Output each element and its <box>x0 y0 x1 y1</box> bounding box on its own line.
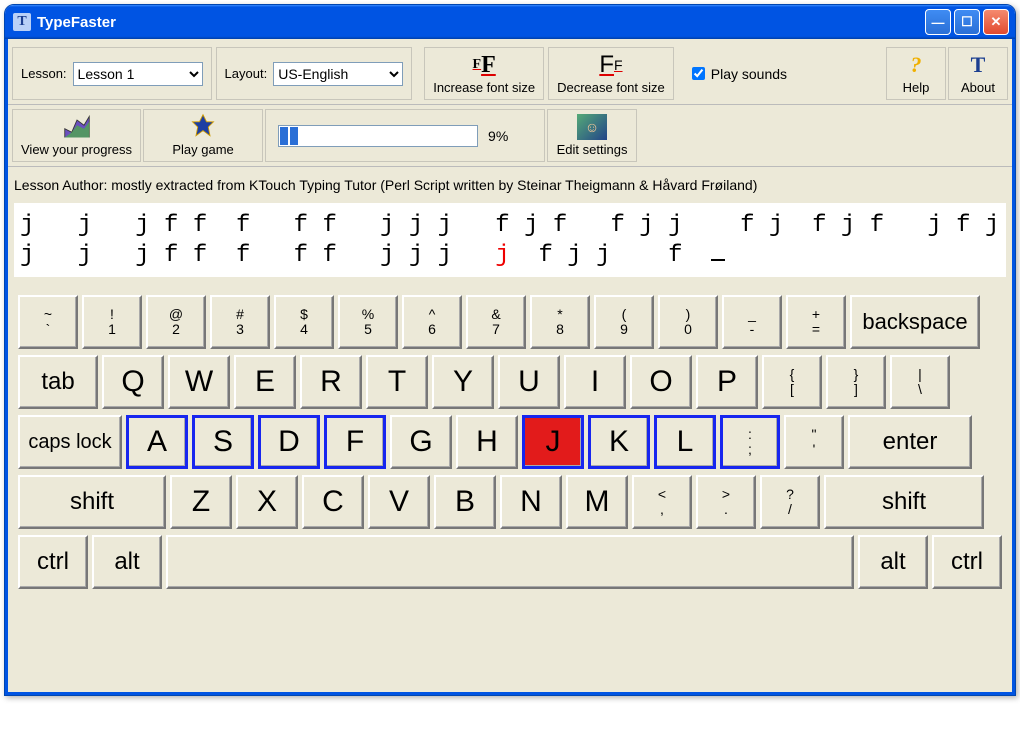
layout-selector-group: Layout: US-English <box>216 47 413 100</box>
progress-percent: 9% <box>488 128 508 144</box>
title-bar: T TypeFaster — ☐ ✕ <box>5 5 1015 39</box>
lesson-selector-group: Lesson: Lesson 1 <box>12 47 212 100</box>
minimize-button[interactable]: — <box>925 9 951 35</box>
secondary-toolbar: View your progress Play game 9% ☺ Edit s… <box>8 105 1012 167</box>
key-n[interactable]: N <box>500 475 562 529</box>
increase-font-icon: FF <box>473 52 496 78</box>
decrease-font-button[interactable]: FF Decrease font size <box>548 47 674 100</box>
layout-dropdown[interactable]: US-English <box>273 62 403 86</box>
key-shift-left[interactable]: shift <box>18 475 166 529</box>
key-t[interactable]: T <box>366 355 428 409</box>
play-sounds-label: Play sounds <box>711 66 787 82</box>
maximize-button[interactable]: ☐ <box>954 9 980 35</box>
key-j[interactable]: J <box>522 415 584 469</box>
help-icon: ? <box>911 52 922 78</box>
increase-font-button[interactable]: FF Increase font size <box>424 47 544 100</box>
progress-bar <box>278 125 478 147</box>
key-g[interactable]: G <box>390 415 452 469</box>
key-w[interactable]: W <box>168 355 230 409</box>
typing-area[interactable]: j j j f f f f f j j j f j f f j j f j f … <box>14 203 1006 277</box>
key-o[interactable]: O <box>630 355 692 409</box>
key-x[interactable]: X <box>236 475 298 529</box>
game-icon <box>189 114 217 140</box>
key-z[interactable]: Z <box>170 475 232 529</box>
key-y[interactable]: Y <box>432 355 494 409</box>
key-a[interactable]: A <box>126 415 188 469</box>
main-toolbar: Lesson: Lesson 1 Layout: US-English FF I… <box>8 39 1012 105</box>
key--[interactable]: _- <box>722 295 782 349</box>
key-2[interactable]: @2 <box>146 295 206 349</box>
key-tab[interactable]: tab <box>18 355 98 409</box>
key-/[interactable]: ?/ <box>760 475 820 529</box>
key-f[interactable]: F <box>324 415 386 469</box>
key-enter[interactable]: enter <box>848 415 972 469</box>
key-v[interactable]: V <box>368 475 430 529</box>
onscreen-keyboard: ~`!1@2#3$4%5^6&7*8(9)0_-+=backspace tabQ… <box>8 281 1012 605</box>
progress-group: 9% <box>265 109 545 162</box>
view-progress-button[interactable]: View your progress <box>12 109 141 162</box>
key-r[interactable]: R <box>300 355 362 409</box>
key-space[interactable] <box>166 535 854 589</box>
key-1[interactable]: !1 <box>82 295 142 349</box>
chart-icon <box>63 114 91 140</box>
lesson-dropdown[interactable]: Lesson 1 <box>73 62 203 86</box>
key-alt-right[interactable]: alt <box>858 535 928 589</box>
key-5[interactable]: %5 <box>338 295 398 349</box>
play-sounds-checkbox[interactable] <box>692 67 705 80</box>
key-b[interactable]: B <box>434 475 496 529</box>
help-button[interactable]: ? Help <box>886 47 946 100</box>
text-cursor <box>711 259 725 261</box>
about-button[interactable]: T About <box>948 47 1008 100</box>
settings-icon: ☺ <box>577 114 607 140</box>
key-][interactable]: }] <box>826 355 886 409</box>
key-`[interactable]: ~` <box>18 295 78 349</box>
edit-settings-button[interactable]: ☺ Edit settings <box>547 109 637 162</box>
key-e[interactable]: E <box>234 355 296 409</box>
key-=[interactable]: += <box>786 295 846 349</box>
layout-label: Layout: <box>225 66 268 81</box>
key-u[interactable]: U <box>498 355 560 409</box>
key-i[interactable]: I <box>564 355 626 409</box>
key-h[interactable]: H <box>456 415 518 469</box>
decrease-font-icon: FF <box>599 52 622 78</box>
close-button[interactable]: ✕ <box>983 9 1009 35</box>
key-l[interactable]: L <box>654 415 716 469</box>
key-d[interactable]: D <box>258 415 320 469</box>
key-m[interactable]: M <box>566 475 628 529</box>
play-game-button[interactable]: Play game <box>143 109 263 162</box>
play-sounds-group: Play sounds <box>678 47 797 100</box>
key-4[interactable]: $4 <box>274 295 334 349</box>
key-backspace[interactable]: backspace <box>850 295 980 349</box>
key-\[interactable]: |\ <box>890 355 950 409</box>
lesson-author-text: Lesson Author: mostly extracted from KTo… <box>8 167 1012 199</box>
key-7[interactable]: &7 <box>466 295 526 349</box>
key-.[interactable]: >. <box>696 475 756 529</box>
key-ctrl-right[interactable]: ctrl <box>932 535 1002 589</box>
lesson-label: Lesson: <box>21 66 67 81</box>
key-,[interactable]: <, <box>632 475 692 529</box>
key-p[interactable]: P <box>696 355 758 409</box>
app-icon: T <box>13 13 31 31</box>
key-q[interactable]: Q <box>102 355 164 409</box>
key-0[interactable]: )0 <box>658 295 718 349</box>
key-shift-right[interactable]: shift <box>824 475 984 529</box>
key-;[interactable]: :; <box>720 415 780 469</box>
key-ctrl-left[interactable]: ctrl <box>18 535 88 589</box>
key-6[interactable]: ^6 <box>402 295 462 349</box>
key-[[interactable]: {[ <box>762 355 822 409</box>
about-icon: T <box>971 52 986 78</box>
key-c[interactable]: C <box>302 475 364 529</box>
key-9[interactable]: (9 <box>594 295 654 349</box>
key-'[interactable]: "' <box>784 415 844 469</box>
key-s[interactable]: S <box>192 415 254 469</box>
key-alt-left[interactable]: alt <box>92 535 162 589</box>
key-capslock[interactable]: caps lock <box>18 415 122 469</box>
key-k[interactable]: K <box>588 415 650 469</box>
key-3[interactable]: #3 <box>210 295 270 349</box>
window-title: TypeFaster <box>37 14 116 31</box>
key-8[interactable]: *8 <box>530 295 590 349</box>
